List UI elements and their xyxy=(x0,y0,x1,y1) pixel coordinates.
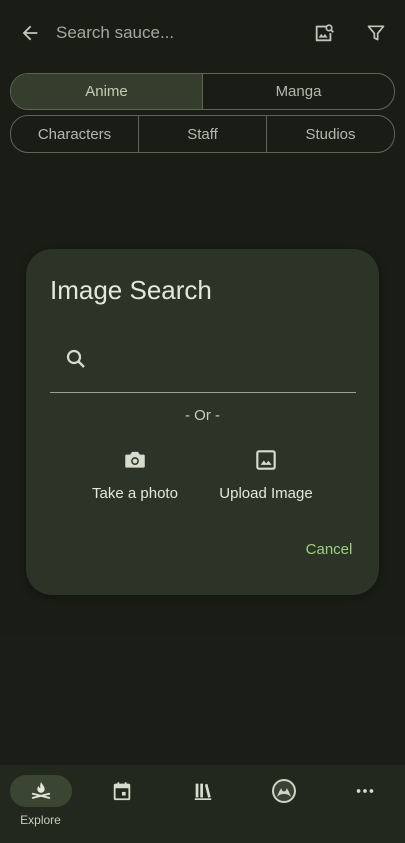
avatar-icon xyxy=(271,779,296,803)
nav-indicator xyxy=(91,775,153,807)
nav-indicator xyxy=(334,775,396,807)
upload-image-label: Upload Image xyxy=(219,485,313,502)
campfire-icon xyxy=(31,781,50,799)
image-url-field[interactable] xyxy=(50,335,356,393)
bottom-navigation: Explore xyxy=(0,765,405,843)
nav-indicator xyxy=(253,775,315,807)
nav-indicator xyxy=(172,775,234,807)
nav-item-library[interactable] xyxy=(162,775,243,835)
nav-item-more[interactable] xyxy=(324,775,405,835)
take-photo-label: Take a photo xyxy=(92,485,178,502)
more-horizontal-icon xyxy=(356,789,373,793)
image-url-input[interactable] xyxy=(96,343,346,375)
cancel-button[interactable]: Cancel xyxy=(292,541,366,565)
or-divider-text: - Or - xyxy=(185,407,220,424)
nav-item-explore[interactable]: Explore xyxy=(0,775,81,835)
nav-label-explore: Explore xyxy=(20,813,61,827)
upload-image-button[interactable]: Upload Image xyxy=(206,447,326,517)
camera-icon xyxy=(125,451,145,468)
dialog-title: Image Search xyxy=(50,275,212,305)
nav-indicator xyxy=(9,775,72,807)
image-search-dialog: Image Search - Or - Take a photo Upload … xyxy=(26,249,379,595)
nav-item-calendar[interactable] xyxy=(81,775,162,835)
take-photo-button[interactable]: Take a photo xyxy=(75,447,195,517)
library-books-icon xyxy=(194,783,211,800)
calendar-icon xyxy=(113,782,130,801)
image-icon xyxy=(256,450,276,470)
search-icon xyxy=(66,349,85,368)
nav-item-profile[interactable] xyxy=(243,775,324,835)
